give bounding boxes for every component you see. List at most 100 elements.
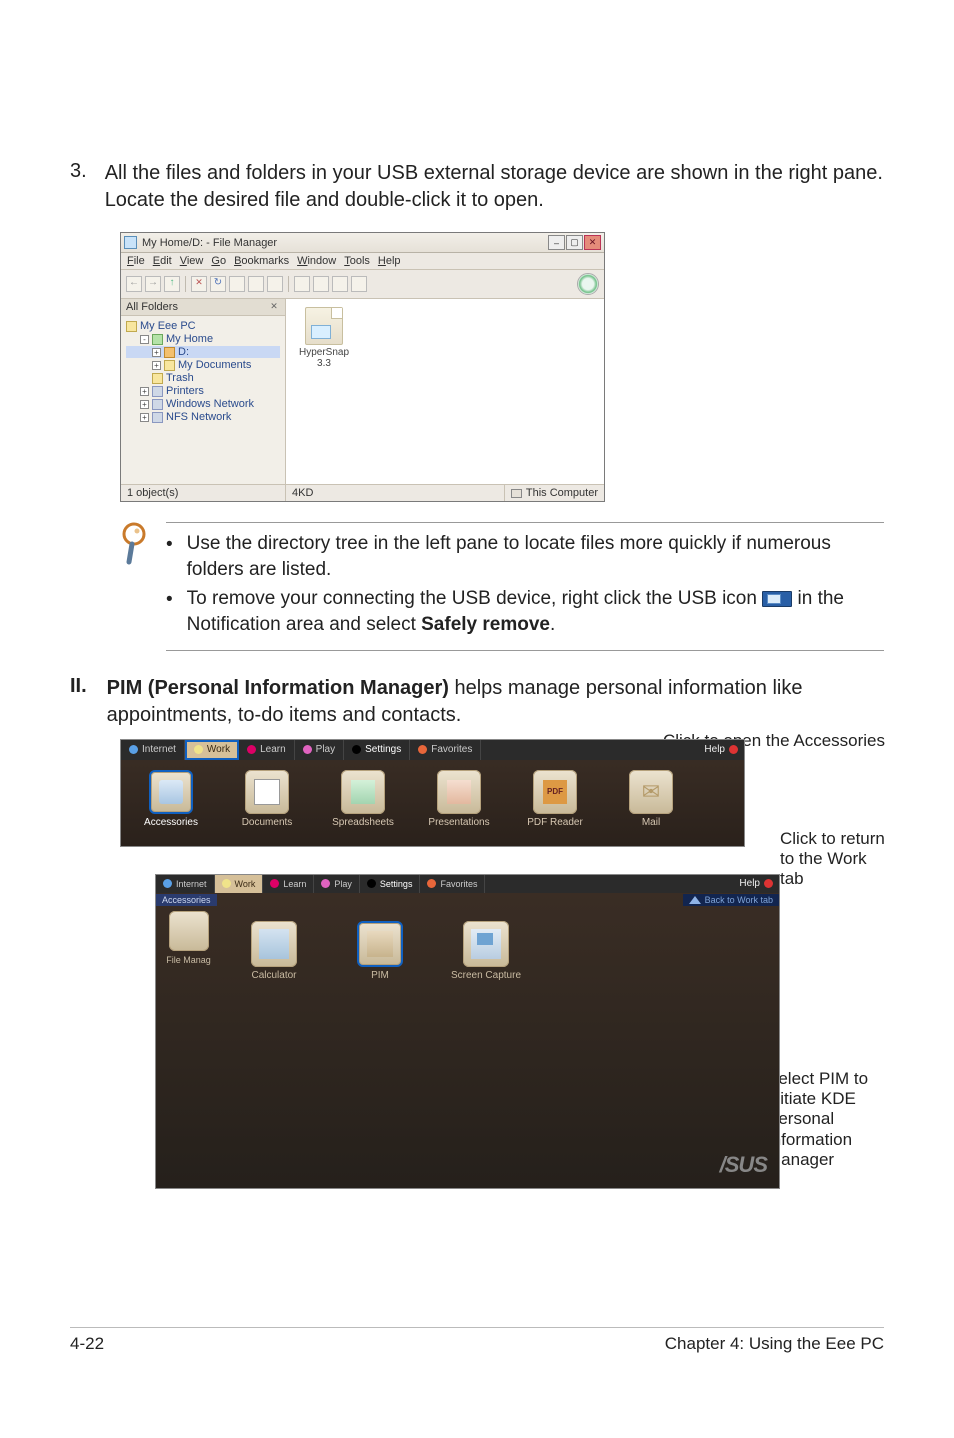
help-button[interactable]: Help (698, 740, 744, 760)
tab-learn[interactable]: Learn (239, 740, 295, 760)
tab-settings[interactable]: Settings (344, 740, 410, 760)
triangle-up-icon (689, 896, 701, 904)
tree-winnet[interactable]: +Windows Network (126, 398, 280, 410)
maximize-button[interactable]: ▢ (566, 235, 583, 250)
menu-window[interactable]: Window (297, 255, 336, 267)
tree-trash[interactable]: Trash (126, 372, 280, 384)
app-icon (124, 236, 137, 249)
tree-home[interactable]: -My Home (126, 333, 280, 345)
expand-icon[interactable]: + (140, 400, 149, 409)
trash-icon (152, 373, 163, 384)
help-icon (764, 879, 773, 888)
desktop-accessories-window: Internet Work Learn Play Settings Favori… (155, 874, 780, 1189)
chapter-title: Chapter 4: Using the Eee PC (665, 1334, 884, 1354)
app-pim[interactable]: PIM (340, 921, 420, 981)
app-presentations[interactable]: Presentations (423, 770, 495, 828)
folder-tree-panel: All Folders ✕ My Eee PC -My Home +D: +My… (121, 299, 286, 484)
back-button[interactable] (126, 276, 142, 292)
stop-button[interactable] (191, 276, 207, 292)
tip2-text-a: To remove your connecting the USB device… (187, 588, 763, 609)
status-location: This Computer (526, 487, 598, 499)
up-button[interactable] (164, 276, 180, 292)
view-button-1[interactable] (294, 276, 310, 292)
close-button[interactable]: ✕ (584, 235, 601, 250)
paste-button[interactable] (267, 276, 283, 292)
menu-view[interactable]: View (180, 255, 204, 267)
minimize-button[interactable]: – (548, 235, 565, 250)
tip-magnifier-icon (120, 522, 152, 566)
tree-nfsnet[interactable]: +NFS Network (126, 411, 280, 423)
toolbar (121, 270, 604, 299)
back-to-work-button[interactable]: Back to Work tab (683, 894, 779, 906)
view-button-2[interactable] (313, 276, 329, 292)
panel-close-icon[interactable]: ✕ (268, 301, 280, 313)
expand-icon[interactable]: + (140, 413, 149, 422)
view-button-4[interactable] (351, 276, 367, 292)
tab-internet[interactable]: Internet (156, 875, 215, 893)
tab-play[interactable]: Play (314, 875, 360, 893)
desktop-work-window: Internet Work Learn Play Settings Favori… (120, 739, 745, 847)
copy-button[interactable] (248, 276, 264, 292)
settings-icon (367, 879, 376, 888)
reload-button[interactable] (210, 276, 226, 292)
menu-file[interactable]: File (127, 255, 145, 267)
expand-icon[interactable]: + (140, 387, 149, 396)
tab-work[interactable]: Work (215, 875, 264, 893)
tab-learn[interactable]: Learn (263, 875, 314, 893)
menu-help[interactable]: Help (378, 255, 401, 267)
app-accessories[interactable]: Accessories (135, 770, 207, 828)
tree-documents[interactable]: +My Documents (126, 359, 280, 371)
printers-icon (152, 386, 163, 397)
app-spreadsheets[interactable]: Spreadsheets (327, 770, 399, 828)
file-manager-icon[interactable] (169, 911, 209, 951)
file-item[interactable]: HyperSnap 3.3 (294, 307, 354, 369)
app-pdf-reader[interactable]: PDF Reader (519, 770, 591, 828)
tip-item-2: • To remove your connecting the USB devi… (166, 586, 884, 637)
network-icon (152, 399, 163, 410)
spreadsheets-icon (341, 770, 385, 814)
menu-tools[interactable]: Tools (344, 255, 370, 267)
forward-button[interactable] (145, 276, 161, 292)
cut-button[interactable] (229, 276, 245, 292)
file-version: 3.3 (294, 358, 354, 369)
tab-internet[interactable]: Internet (121, 740, 185, 760)
expand-icon[interactable]: + (152, 348, 161, 357)
titlebar[interactable]: My Home/D: - File Manager – ▢ ✕ (121, 233, 604, 253)
tab-work[interactable]: Work (185, 740, 239, 760)
expand-icon[interactable]: + (152, 361, 161, 370)
eeepc-icon (126, 321, 137, 332)
menu-bookmarks[interactable]: Bookmarks (234, 255, 289, 267)
tab-settings[interactable]: Settings (360, 875, 421, 893)
tip2-text-d: . (550, 614, 555, 635)
learn-icon (247, 745, 256, 754)
tree-drive-d[interactable]: +D: (126, 346, 280, 358)
help-button[interactable]: Help (733, 875, 779, 893)
accessories-breadcrumb: Accessories (156, 894, 217, 906)
menu-go[interactable]: Go (211, 255, 226, 267)
step-3: 3. All the files and folders in your USB… (70, 160, 884, 214)
app-mail[interactable]: Mail (615, 770, 687, 828)
globe-icon (129, 745, 138, 754)
step-number: 3. (70, 160, 87, 214)
app-screen-capture[interactable]: Screen Capture (446, 921, 526, 981)
tree-printers[interactable]: +Printers (126, 385, 280, 397)
screen-capture-icon (463, 921, 509, 967)
section-ii: II. PIM (Personal Information Manager) h… (70, 675, 884, 729)
tree-title: All Folders (126, 301, 178, 313)
menubar[interactable]: File Edit View Go Bookmarks Window Tools… (121, 253, 604, 270)
tree-root[interactable]: My Eee PC (126, 320, 280, 332)
file-list-pane[interactable]: HyperSnap 3.3 (286, 299, 604, 484)
menu-edit[interactable]: Edit (153, 255, 172, 267)
app-calculator[interactable]: Calculator (234, 921, 314, 981)
view-button-3[interactable] (332, 276, 348, 292)
pim-diagram: Click to open the Accessories Click to r… (120, 739, 880, 847)
tab-favorites[interactable]: Favorites (420, 875, 485, 893)
collapse-icon[interactable]: - (140, 335, 149, 344)
section-number: II. (70, 675, 87, 729)
app-documents[interactable]: Documents (231, 770, 303, 828)
pdf-icon (533, 770, 577, 814)
tab-play[interactable]: Play (295, 740, 344, 760)
status-size: 4KD (286, 485, 505, 501)
work-icon (222, 879, 231, 888)
tab-favorites[interactable]: Favorites (410, 740, 481, 760)
